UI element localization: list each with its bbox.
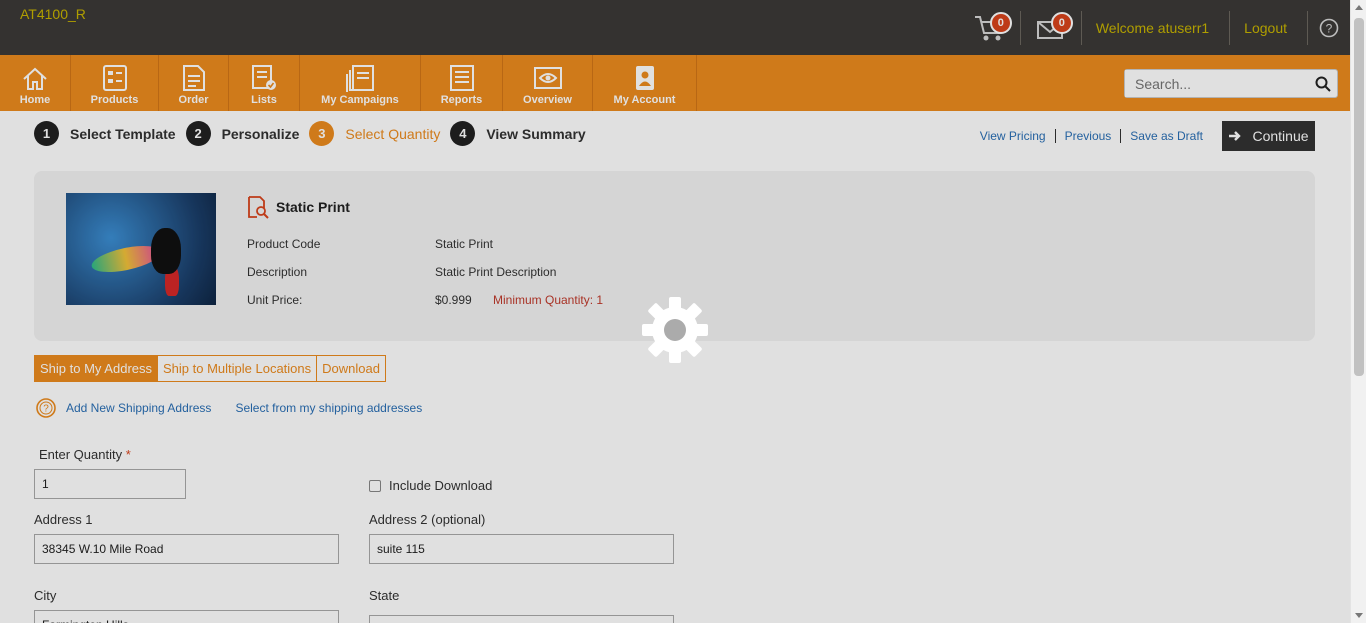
scroll-thumb[interactable]	[1354, 18, 1364, 376]
scroll-up-arrow[interactable]	[1355, 5, 1363, 10]
gear-icon	[642, 297, 708, 363]
page-scrollbar[interactable]	[1350, 0, 1366, 623]
scroll-down-arrow[interactable]	[1355, 613, 1363, 618]
